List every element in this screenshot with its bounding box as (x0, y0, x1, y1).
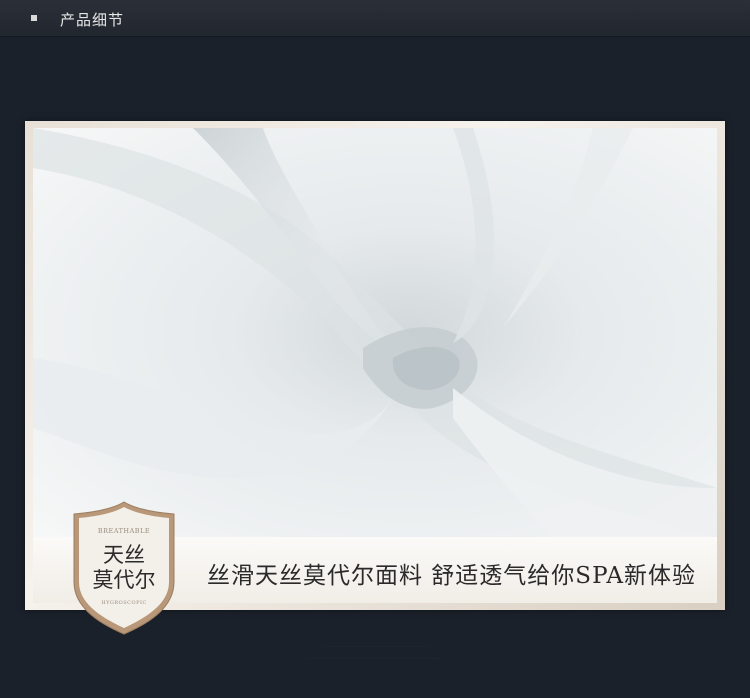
section-header: 产品细节 (0, 0, 750, 37)
fine-print-line: . . . . . . . . . . . . . . . . . . . . … (322, 644, 428, 648)
badge-bottom-text: HYGROSCOPIC (101, 600, 147, 606)
fabric-illustration (33, 128, 717, 537)
badge-top-text: BREATHABLE (97, 527, 151, 535)
product-slogan: 丝滑天丝莫代尔面料 舒适透气给你SPA新体验 (207, 563, 697, 589)
material-badge: BREATHABLE 天丝 莫代尔 HYGROSCOPIC (68, 500, 180, 636)
badge-line-2: 莫代尔 (92, 568, 156, 592)
fabric-photo (33, 128, 717, 537)
footer-fine-print: . . . . . . . . . . . . . . . . . . . . … (140, 640, 610, 670)
section-title: 产品细节 (60, 11, 125, 29)
bullet-icon (31, 15, 37, 21)
fine-print-line: . . . . . . . . . . . . . . . . . . . . … (307, 656, 443, 660)
